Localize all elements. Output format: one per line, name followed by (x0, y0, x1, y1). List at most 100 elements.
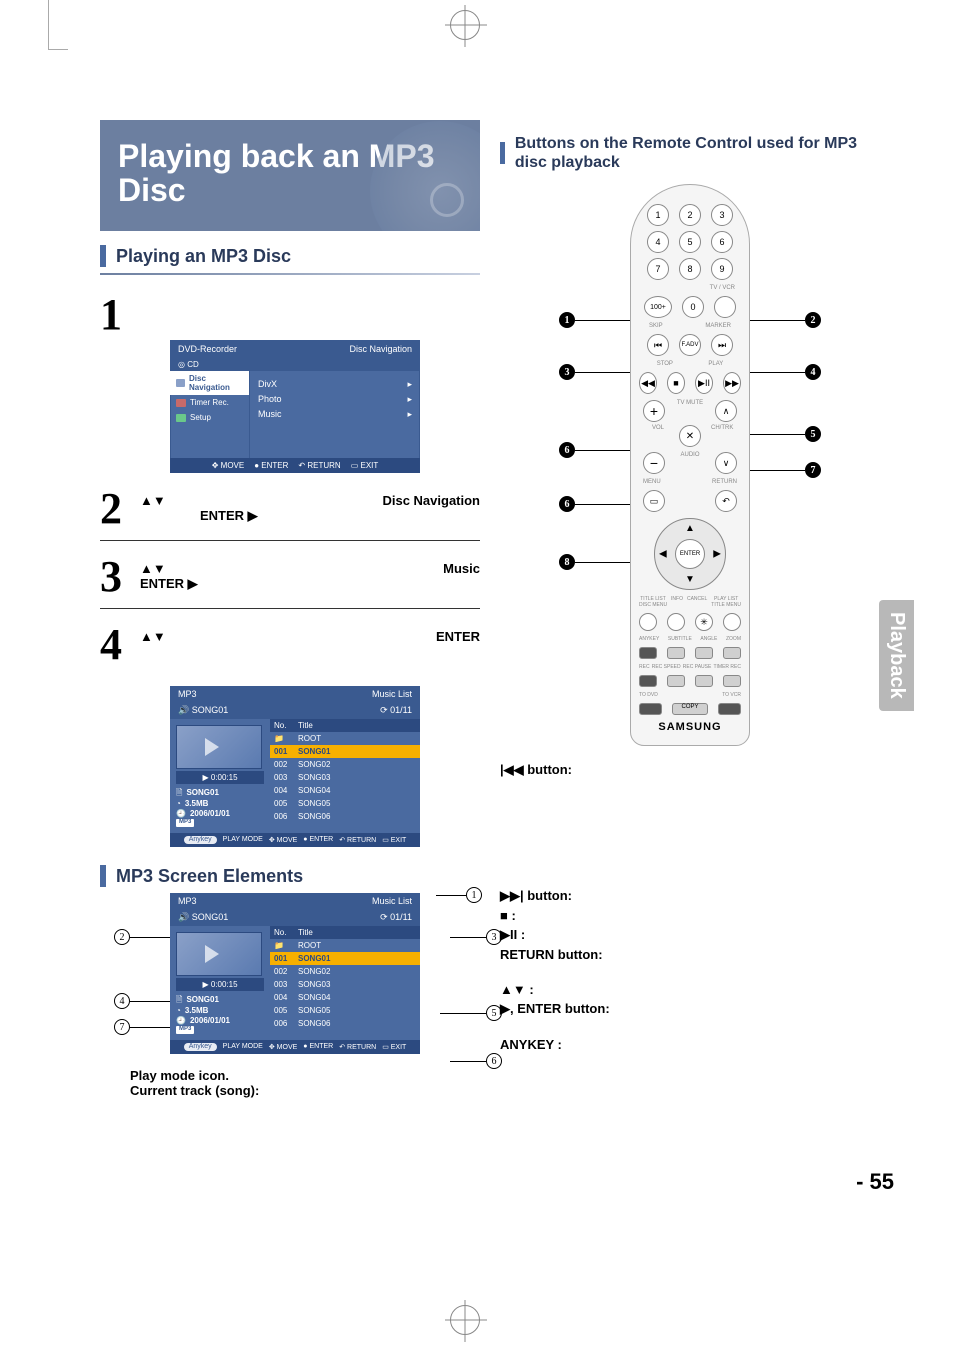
caption-playmode: Play mode icon. (130, 1068, 229, 1083)
page-title-block: Playing back an MP3Disc (100, 120, 480, 231)
step3-enter: ENTER ▶ (140, 576, 198, 591)
remote-btn-mute[interactable]: ✕ (679, 425, 701, 447)
remote-btn-anykey[interactable] (639, 647, 657, 659)
remote-btn-3[interactable]: 3 (711, 204, 733, 226)
remote-btn-rec[interactable] (639, 675, 657, 687)
track-row: 006SONG06 (270, 1017, 420, 1030)
remote-btn-playlist[interactable] (723, 613, 741, 631)
remote-btn-chdown[interactable]: ∨ (715, 452, 737, 474)
label-enter: ▶, ENTER button: (500, 1001, 880, 1017)
remote-callout-8: 8 (559, 554, 575, 570)
remote-btn-7[interactable]: 7 (647, 258, 669, 280)
ml-header-row: No.Title (270, 719, 420, 732)
remote-callout-7: 7 (805, 462, 821, 478)
remote-btn-recpause[interactable] (695, 675, 713, 687)
osd-main-photo: Photo▸ (258, 392, 412, 407)
section-playing: Playing an MP3 Disc (116, 246, 291, 267)
label-updown: ▲▼ : (500, 982, 880, 997)
track-row: 001SONG01 (270, 952, 420, 965)
clock-icon (176, 399, 186, 407)
track-row: 001SONG01 (270, 745, 420, 758)
remote-btn-cancel[interactable]: ✳ (695, 613, 713, 631)
osd-disc-navigation: DVD-Recorder Disc Navigation ◎ CD Disc N… (170, 340, 420, 473)
label-anykey: ANYKEY : (500, 1037, 880, 1052)
remote-btn-titlelist[interactable] (639, 613, 657, 631)
remote-btn-skipback[interactable]: ⏮ (647, 334, 669, 356)
remote-dpad[interactable]: ▲ ▼ ◀ ▶ ENTER (654, 518, 726, 590)
anykey-pill: Anykey (184, 1043, 217, 1051)
remote-btn-info[interactable] (667, 613, 685, 631)
remote-btn-4[interactable]: 4 (647, 231, 669, 253)
osd-side-setup: Setup (170, 410, 249, 425)
remote-btn-rew[interactable]: ◀◀ (639, 372, 657, 394)
remote-btn-enter[interactable]: ENTER (675, 539, 705, 569)
remote-btn-angle[interactable] (695, 647, 713, 659)
ml-header-row: No.Title (270, 926, 420, 939)
mp3-badge: MP3 (176, 1026, 194, 1034)
step3-music: Music (443, 561, 480, 576)
file-icon: 🗎 (176, 995, 182, 1005)
remote-btn-volup[interactable]: + (643, 400, 665, 422)
track-row: 002SONG02 (270, 758, 420, 771)
step2-updown: ▲▼ (140, 493, 166, 508)
remote-btn-9[interactable]: 9 (711, 258, 733, 280)
step4-enter: ENTER (436, 629, 480, 644)
remote-btn-copy[interactable]: COPY (672, 703, 707, 715)
callout-4: 4 (114, 993, 130, 1009)
remote-btn-1[interactable]: 1 (647, 204, 669, 226)
music-list-panel-1: MP3Music List 🔊 SONG01⟳ 01/11 ▶ 0:00:15 … (170, 686, 420, 847)
remote-btn-5[interactable]: 5 (679, 231, 701, 253)
remote-btn-play[interactable]: ▶II (695, 372, 713, 394)
remote-btn-2[interactable]: 2 (679, 204, 701, 226)
anykey-pill: Anykey (184, 836, 217, 844)
remote-btn-6[interactable]: 6 (711, 231, 733, 253)
remote-btn-voldown[interactable]: − (643, 452, 665, 474)
step2-discnav: Disc Navigation (382, 493, 480, 508)
ml-head-r: Music List (372, 896, 412, 906)
remote-btn-todvd[interactable] (639, 703, 662, 715)
remote-btn-8[interactable]: 8 (679, 258, 701, 280)
remote-btn-stop[interactable]: ■ (667, 372, 685, 394)
remote-lbl-tvmute: TV MUTE (675, 400, 705, 422)
album-art-icon (176, 725, 262, 769)
remote-btn-fadv[interactable]: F.ADV (679, 334, 701, 356)
remote-btn-chup[interactable]: ∧ (715, 400, 737, 422)
remote-btn-100[interactable]: 100+ (644, 296, 672, 318)
date-icon: 🕘 (176, 809, 186, 819)
remote-btn-subtitle[interactable] (667, 647, 685, 659)
label-skipfwd: ▶▶| button: (500, 888, 880, 904)
remote-btn-timerrec[interactable] (723, 675, 741, 687)
ml-head-l: MP3 (178, 896, 197, 906)
remote-btn-menu[interactable]: ▭ (643, 490, 665, 512)
osd-foot-exit: ▭ EXIT (351, 461, 379, 470)
remote-btn-recspeed[interactable] (667, 675, 685, 687)
osd-title-right: Disc Navigation (349, 344, 412, 354)
remote-btn-0[interactable]: 0 (682, 296, 704, 318)
remote-btn-tovcr[interactable] (718, 703, 741, 715)
size-icon: ◔ (176, 799, 181, 809)
gear-icon (176, 414, 186, 422)
ml-head-r: Music List (372, 689, 412, 699)
remote-btn-tvvcr[interactable] (714, 296, 736, 318)
remote-btn-return[interactable]: ↶ (715, 490, 737, 512)
label-stop: ■ : (500, 908, 880, 923)
remote-btn-skipfwd[interactable]: ⏭ (711, 334, 733, 356)
section-screen-elements: MP3 Screen Elements (116, 866, 303, 887)
title-line2: Disc (118, 172, 186, 208)
ml-head-l: MP3 (178, 689, 197, 699)
remote-btn-ff[interactable]: ▶▶ (723, 372, 741, 394)
step-1-num: 1 (100, 289, 140, 340)
callout-7: 7 (114, 1019, 130, 1035)
remote-callout-4: 4 (805, 364, 821, 380)
remote-callout-2: 2 (805, 312, 821, 328)
remote-lbl-tvvcr: TV / VCR (639, 285, 741, 291)
osd-foot-move: ✥ MOVE (212, 461, 245, 470)
callout-1: 1 (466, 887, 482, 903)
track-row: 003SONG03 (270, 771, 420, 784)
osd-title-left: DVD-Recorder (178, 344, 237, 354)
osd-foot-return: ↶ RETURN (298, 461, 340, 470)
mp3-badge: MP3 (176, 819, 194, 827)
remote-btn-zoom[interactable] (723, 647, 741, 659)
music-list-panel-2: MP3Music List 🔊 SONG01⟳ 01/11 ▶ 0:00:15 … (170, 893, 420, 1054)
remote-callout-1: 1 (559, 312, 575, 328)
